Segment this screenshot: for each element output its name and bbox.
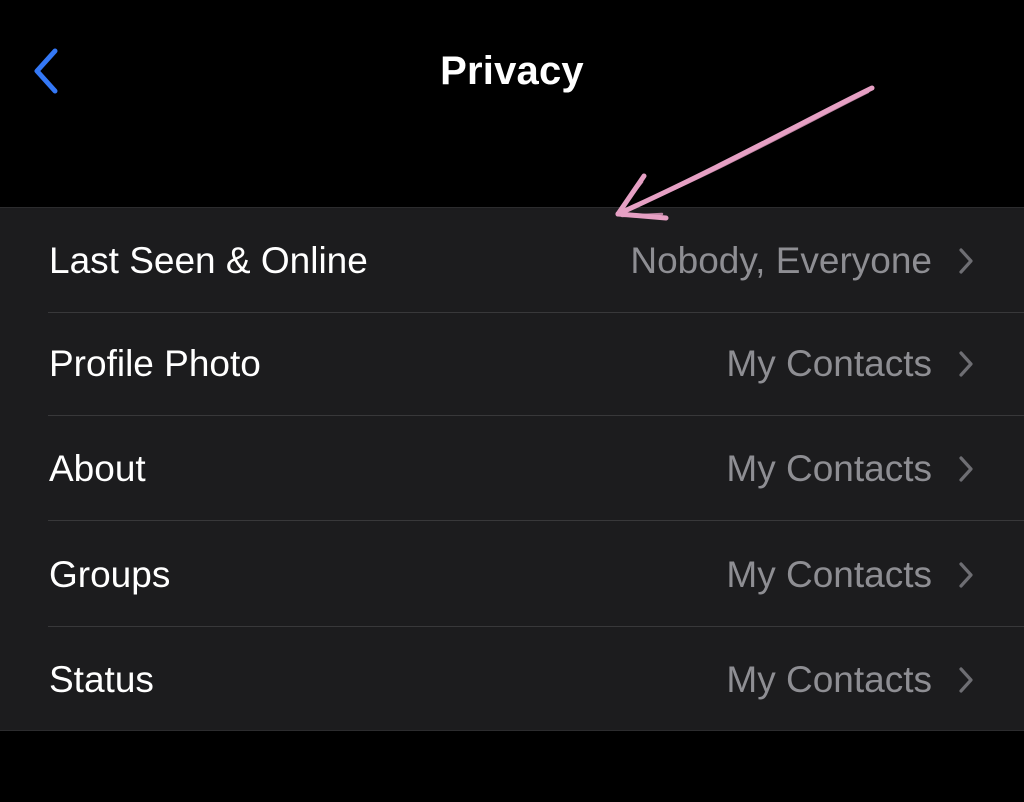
chevron-right-icon	[956, 311, 976, 416]
setting-label: Groups	[49, 553, 171, 595]
setting-value: My Contacts	[726, 447, 932, 489]
setting-row-about[interactable]: About My Contacts	[0, 416, 1024, 521]
page-title: Privacy	[440, 49, 584, 93]
setting-row-profile-photo[interactable]: Profile Photo My Contacts	[0, 311, 1024, 416]
setting-row-status[interactable]: Status My Contacts	[0, 627, 1024, 732]
row-divider	[48, 520, 1024, 521]
setting-label: Last Seen & Online	[49, 239, 368, 281]
setting-label: Profile Photo	[49, 342, 261, 384]
chevron-right-icon	[956, 416, 976, 521]
setting-row-groups[interactable]: Groups My Contacts	[0, 522, 1024, 627]
navigation-bar: Privacy	[0, 0, 1024, 145]
setting-value: My Contacts	[726, 553, 932, 595]
setting-value: My Contacts	[726, 342, 932, 384]
setting-value: Nobody, Everyone	[630, 239, 932, 281]
setting-value: My Contacts	[726, 658, 932, 700]
chevron-right-icon	[956, 208, 976, 313]
chevron-right-icon	[956, 627, 976, 732]
setting-label: About	[49, 447, 146, 489]
setting-row-last-seen[interactable]: Last Seen & Online Nobody, Everyone	[0, 208, 1024, 313]
privacy-settings-list: Last Seen & Online Nobody, Everyone Prof…	[0, 207, 1024, 731]
privacy-screen: Privacy Last Seen & Online Nobody, Every…	[0, 0, 1024, 802]
chevron-right-icon	[956, 522, 976, 627]
setting-label: Status	[49, 658, 154, 700]
